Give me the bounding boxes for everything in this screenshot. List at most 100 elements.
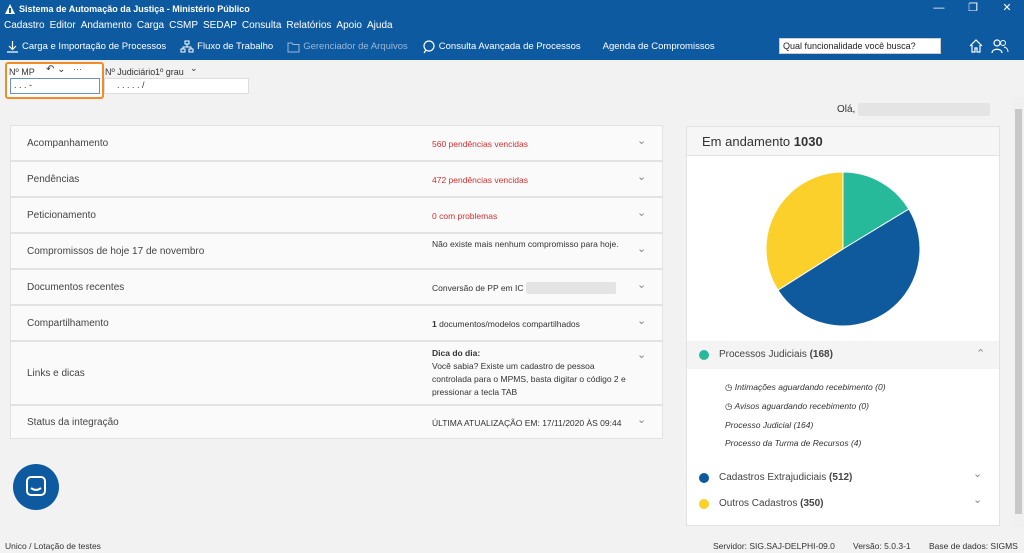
row-label: Compartilhamento	[27, 318, 109, 329]
mp-label: Nº MP	[9, 67, 35, 77]
search-bubble-icon	[423, 39, 435, 53]
app-logo-icon	[5, 3, 15, 14]
row-label: Documentos recentes	[27, 282, 125, 293]
row-links-dicas[interactable]: Links e dicas Dica do dia: Você sabia? Ex…	[10, 341, 663, 405]
title-bar: Sistema de Automação da Justiça - Minist…	[0, 0, 1024, 17]
status-servidor: Servidor: SIG.SAJ-DELPHI-09.0	[713, 541, 835, 551]
vertical-scrollbar[interactable]	[1013, 97, 1024, 527]
workflow-icon	[180, 40, 194, 53]
pie-chart	[765, 171, 921, 327]
row-value: Dica do dia: Você sabia? Existe um cadast…	[432, 348, 626, 397]
menu-bar: Cadastro Editor Andamento Carga CSMP SED…	[0, 17, 1024, 33]
row-value: 1 documentos/modelos compartilhados	[432, 319, 580, 329]
legend-label: Outros Cadastros (350)	[719, 498, 824, 509]
nj-label: Nº Judiciário	[105, 67, 156, 77]
close-icon[interactable]: ✕	[990, 0, 1024, 17]
gerenciador-arquivos-button[interactable]: Gerenciador de Arquivos	[287, 41, 408, 53]
chevron-down-icon[interactable]: ⌄	[637, 278, 646, 291]
em-andamento-panel: Em andamento 1030 Processos Judiciais (1…	[686, 126, 1000, 526]
row-value: Conversão de PP em IC	[432, 283, 524, 293]
row-compartilhamento[interactable]: Compartilhamento 1 documentos/modelos co…	[10, 305, 663, 341]
row-value: 560 pendências vencidas	[432, 139, 528, 149]
home-icon[interactable]	[968, 38, 984, 54]
chevron-down-icon[interactable]: ⌄	[637, 314, 646, 327]
chevron-down-icon[interactable]: ⌄	[973, 493, 982, 506]
chevron-down-icon[interactable]: ⌄	[637, 242, 646, 255]
grau-select[interactable]: 1º grau	[155, 67, 184, 77]
row-value: 0 com problemas	[432, 211, 498, 221]
panel-title: Em andamento 1030	[687, 127, 999, 156]
status-versao: Versão: 5.0.3-1	[853, 541, 911, 551]
undo-icon[interactable]: ↶ ⌄	[46, 64, 66, 75]
chevron-up-icon[interactable]: ⌃	[976, 347, 985, 360]
chevron-down-icon[interactable]: ⌄	[637, 206, 646, 219]
menu-sedap[interactable]: SEDAP	[203, 20, 237, 31]
window-title: Sistema de Automação da Justiça - Minist…	[19, 3, 250, 14]
status-bar: Unico / Lotação de testes Servidor: SIG.…	[0, 539, 1024, 553]
row-label: Compromissos de hoje 17 de novembro	[27, 246, 205, 257]
menu-cadastro[interactable]: Cadastro	[4, 20, 45, 31]
row-compromissos[interactable]: Compromissos de hoje 17 de novembro Não …	[10, 233, 663, 269]
carga-importacao-button[interactable]: Carga e Importação de Processos	[6, 40, 166, 53]
greeting-text: Olá,	[837, 104, 856, 115]
legend-label: Processos Judiciais (168)	[719, 349, 833, 360]
chat-button[interactable]	[13, 464, 59, 510]
chevron-down-icon[interactable]: ⌄	[637, 134, 646, 147]
legend-label: Cadastros Extrajudiciais (512)	[719, 472, 853, 483]
row-label: Links e dicas	[27, 368, 85, 379]
fluxo-trabalho-button[interactable]: Fluxo de Trabalho	[180, 40, 273, 53]
menu-consulta[interactable]: Consulta	[242, 20, 281, 31]
users-icon[interactable]	[991, 38, 1009, 54]
row-documentos-recentes[interactable]: Documentos recentes Conversão de PP em I…	[10, 269, 663, 305]
row-value: Não existe mais nenhum compromisso para …	[432, 239, 619, 249]
chevron-down-icon[interactable]: ⌄	[190, 63, 198, 74]
status-base-dados: Base de dados: SIGMS	[929, 541, 1018, 551]
legend-outros-cadastros[interactable]: Outros Cadastros (350) ⌄	[687, 493, 999, 515]
consulta-avancada-button[interactable]: Consulta Avançada de Processos	[422, 39, 581, 54]
row-status-integracao[interactable]: Status da integração ÚLTIMA ATUALIZAÇÃO …	[10, 405, 663, 439]
user-name-redacted	[858, 103, 990, 116]
legend-dot-yellow	[699, 499, 709, 509]
feature-search-input[interactable]: Qual funcionalidade você busca?	[779, 38, 941, 54]
row-label: Pendências	[27, 174, 80, 185]
sub-intimacoes[interactable]: ◷ Intimações aguardando recebimento (0)	[725, 382, 886, 393]
legend-cadastros-extrajudiciais[interactable]: Cadastros Extrajudiciais (512) ⌄	[687, 467, 999, 489]
chevron-down-icon[interactable]: ⌄	[973, 467, 982, 480]
menu-carga[interactable]: Carga	[137, 20, 164, 31]
row-label: Acompanhamento	[27, 138, 109, 149]
row-value: 472 pendências vencidas	[432, 175, 528, 185]
more-options-icon[interactable]: ···	[73, 64, 82, 74]
judicial-number-input[interactable]: . . . . . /	[104, 78, 249, 94]
row-value: ÚLTIMA ATUALIZAÇÃO EM: 17/11/2020 ÀS 09:…	[432, 418, 622, 428]
folder-icon	[287, 42, 300, 52]
menu-relatorios[interactable]: Relatórios	[286, 20, 331, 31]
row-label: Peticionamento	[27, 210, 96, 221]
sub-avisos[interactable]: ◷ Avisos aguardando recebimento (0)	[725, 401, 869, 412]
menu-andamento[interactable]: Andamento	[81, 20, 132, 31]
chat-icon	[26, 476, 46, 496]
agenda-compromissos-button[interactable]: Agenda de Compromissos	[603, 41, 715, 52]
chevron-down-icon[interactable]: ⌄	[637, 413, 646, 426]
legend-dot-teal	[699, 350, 709, 360]
row-label: Status da integração	[27, 417, 119, 428]
menu-csmp[interactable]: CSMP	[169, 20, 198, 31]
menu-editor[interactable]: Editor	[50, 20, 76, 31]
row-acompanhamento[interactable]: Acompanhamento 560 pendências vencidas ⌄	[10, 125, 663, 161]
document-name-redacted	[526, 282, 616, 294]
chevron-down-icon[interactable]: ⌄	[637, 348, 646, 361]
menu-ajuda[interactable]: Ajuda	[367, 20, 393, 31]
scrollbar-thumb[interactable]	[1015, 109, 1022, 514]
menu-apoio[interactable]: Apoio	[336, 20, 362, 31]
clock-icon: ◷	[725, 401, 733, 411]
row-pendencias[interactable]: Pendências 472 pendências vencidas ⌄	[10, 161, 663, 197]
maximize-icon[interactable]: ❐	[956, 0, 990, 17]
chevron-down-icon[interactable]: ⌄	[637, 170, 646, 183]
minimize-icon[interactable]: —	[922, 0, 956, 17]
sub-turma-recursos[interactable]: Processo da Turma de Recursos (4)	[725, 438, 861, 448]
row-peticionamento[interactable]: Peticionamento 0 com problemas ⌄	[10, 197, 663, 233]
legend-processos-judiciais[interactable]: Processos Judiciais (168) ⌃	[687, 341, 999, 369]
sub-processo-judicial[interactable]: Processo Judicial (164)	[725, 420, 813, 430]
legend-dot-blue	[699, 473, 709, 483]
mp-number-input[interactable]: . . . -	[10, 78, 100, 94]
download-arrow-icon	[7, 41, 18, 53]
